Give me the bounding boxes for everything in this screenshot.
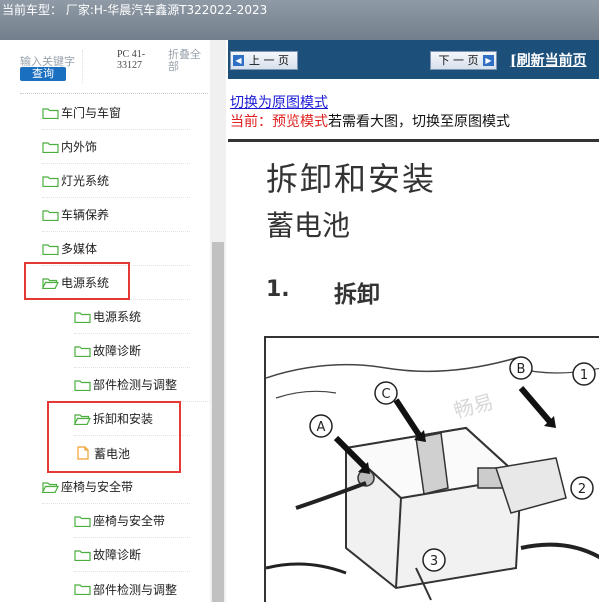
callout-label: B <box>517 362 526 377</box>
tree-item-label: 车辆保养 <box>61 208 110 222</box>
tree-item-maintenance[interactable]: 车辆保养 <box>42 198 190 232</box>
search-button[interactable]: 查询 <box>20 67 66 81</box>
prev-page-button[interactable]: ◀ 上 一 页 <box>230 51 298 70</box>
tree-item-label: 故障诊断 <box>93 344 142 358</box>
step-text: 拆卸 <box>334 282 380 308</box>
tree-item-multimedia[interactable]: 多媒体 <box>42 232 190 266</box>
next-page-button[interactable]: 下 一 页 ▶ <box>430 51 497 70</box>
folder-open-icon <box>42 277 59 289</box>
divider <box>20 93 208 94</box>
callout-label: 3 <box>430 554 438 569</box>
folder-icon <box>74 379 91 391</box>
tree-item-label: 电源系统 <box>93 310 142 324</box>
tree-item-inspection-adjust-2[interactable]: 部件检测与调整 <box>74 572 210 602</box>
tree-item-label: 部件检测与调整 <box>93 582 178 597</box>
tree-item-label: 车门与车窗 <box>61 106 122 120</box>
tree-item-seats-belts-sub[interactable]: 座椅与安全带 <box>74 504 190 538</box>
document-icon <box>77 446 89 460</box>
document-title: 拆卸和安装 <box>266 160 437 198</box>
current-mode-text: 当前：预览模式若需看大图，切换至原图模式 <box>230 111 510 131</box>
collapse-all-link[interactable]: 折叠全部 <box>168 49 210 73</box>
tree-item-label: 拆卸和安装 <box>93 412 154 426</box>
tree-item-fault-diagnosis[interactable]: 故障诊断 <box>74 334 190 368</box>
battery-removal-figure: 畅易 A B C 1 2 3 <box>264 336 599 602</box>
folder-icon <box>42 107 59 119</box>
tree-item-label: 内外饰 <box>61 140 98 154</box>
tree-item-fault-diagnosis-2[interactable]: 故障诊断 <box>74 538 190 572</box>
search-area: 输入关键字 查询 PC 41-33127 折叠全部 <box>0 40 226 94</box>
tree-item-doors-windows[interactable]: 车门与车窗 <box>42 96 190 130</box>
folder-icon <box>74 584 91 595</box>
callout-label: A <box>317 420 326 435</box>
switch-original-mode-link[interactable]: 切换为原图模式 <box>230 92 328 112</box>
tree-item-label: 座椅与安全带 <box>93 514 166 528</box>
tree-item-label: 座椅与安全带 <box>61 480 134 494</box>
tree-item-inspection-adjust[interactable]: 部件检测与调整 <box>74 368 210 402</box>
next-page-label: 下 一 页 <box>438 54 479 67</box>
watermark-text: 畅易 <box>451 389 496 423</box>
tree-item-lighting[interactable]: 灯光系统 <box>42 164 190 198</box>
tree-item-removal-install[interactable]: 拆卸和安装 <box>74 402 190 436</box>
tree-item-interior-exterior[interactable]: 内外饰 <box>42 130 190 164</box>
folder-icon <box>74 515 91 527</box>
tree-item-label: 电源系统 <box>61 276 110 290</box>
folder-icon <box>74 311 91 323</box>
tree-item-battery[interactable]: 蓄电池 <box>76 436 176 470</box>
folder-open-icon <box>42 481 59 493</box>
document-subtitle: 蓄电池 <box>266 209 351 242</box>
prev-page-label: 上 一 页 <box>249 54 289 67</box>
model-code: PC 41-33127 <box>117 49 146 71</box>
content-divider <box>228 139 599 142</box>
folder-icon <box>42 141 59 153</box>
tree-item-label: 灯光系统 <box>61 174 110 188</box>
callout-label: 2 <box>578 482 586 497</box>
refresh-page-link[interactable]: [刷新当前页 <box>510 50 587 70</box>
folder-icon <box>42 243 59 255</box>
tree-item-label: 蓄电池 <box>94 446 131 461</box>
page-toolbar: ◀ 上 一 页 下 一 页 ▶ [刷新当前页 <box>228 40 599 79</box>
search-input[interactable] <box>82 50 110 84</box>
sidebar: 输入关键字 查询 PC 41-33127 折叠全部 车门与车窗 内外饰 灯光系统… <box>0 40 226 602</box>
battery-illustration: 畅易 A B C 1 2 3 <box>266 356 599 601</box>
folder-icon <box>74 345 91 357</box>
callout-label: 1 <box>580 368 588 383</box>
current-mode-prefix: 当前：预览模式 <box>230 114 328 130</box>
step-number: 1. <box>266 277 290 302</box>
arrow-right-icon: ▶ <box>483 55 494 66</box>
sidebar-scroll-thumb[interactable] <box>212 242 224 602</box>
tree-item-label: 故障诊断 <box>93 548 142 562</box>
header-bar: 当前车型： 厂家:H-华晨汽车鑫源T322022-2023 <box>0 0 599 40</box>
current-mode-hint: 若需看大图，切换至原图模式 <box>328 114 510 130</box>
tree-item-label: 多媒体 <box>61 242 98 256</box>
content-panel: ◀ 上 一 页 下 一 页 ▶ [刷新当前页 切换为原图模式 当前：预览模式若需… <box>228 40 599 602</box>
tree-item-label: 部件检测与调整 <box>93 378 178 392</box>
tree-item-power-system[interactable]: 电源系统 <box>42 266 190 300</box>
callout-label: C <box>381 387 390 402</box>
folder-icon <box>42 175 59 187</box>
tree-item-seats-belts[interactable]: 座椅与安全带 <box>42 470 190 504</box>
folder-icon <box>74 549 91 561</box>
tree-item-power-system-sub[interactable]: 电源系统 <box>74 300 190 334</box>
current-model-text: 当前车型： 厂家:H-华晨汽车鑫源T322022-2023 <box>2 3 268 17</box>
folder-open-icon <box>74 413 91 425</box>
folder-icon <box>42 209 59 221</box>
arrow-left-icon: ◀ <box>233 55 244 66</box>
